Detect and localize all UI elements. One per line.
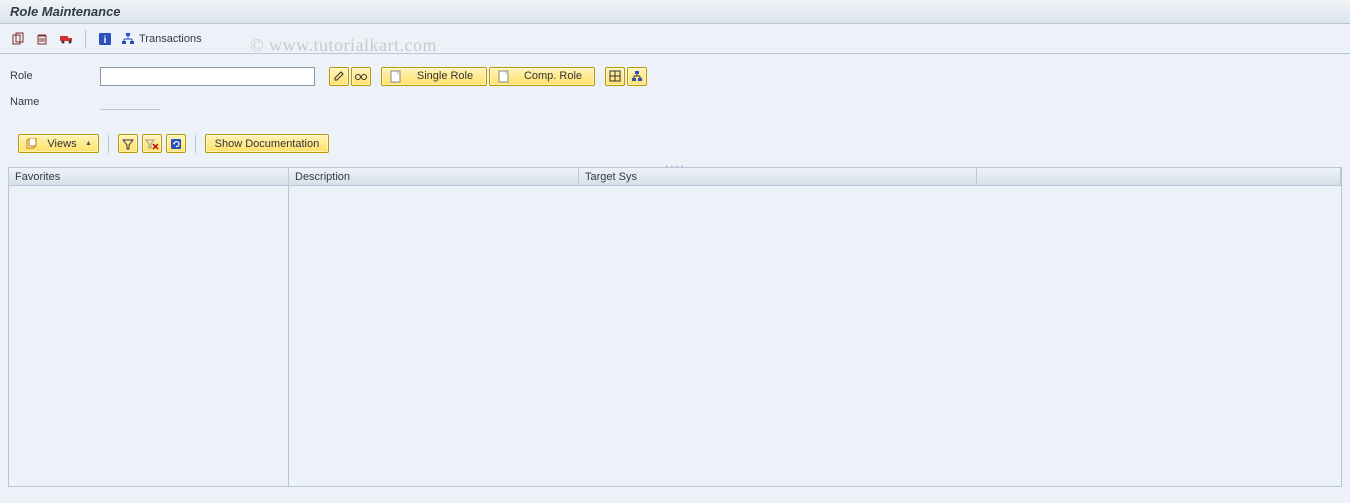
role-input[interactable] [100, 67, 315, 86]
hierarchy-icon [121, 32, 135, 46]
funnel-x-icon [145, 137, 159, 151]
application-toolbar: i Transactions [0, 24, 1350, 54]
refresh-icon [169, 137, 183, 151]
show-documentation-label: Show Documentation [212, 138, 322, 150]
column-blank [977, 168, 1341, 185]
views-button[interactable]: Views ▲ [18, 134, 99, 153]
splitter-handle[interactable]: • • • • [660, 164, 690, 168]
grid-header: Favorites Description Target Sys [9, 168, 1341, 186]
funnel-icon [121, 137, 135, 151]
toolbar-separator [195, 135, 196, 153]
single-role-button[interactable]: Single Role [381, 67, 487, 86]
svg-text:i: i [104, 35, 107, 46]
form-area: Role Single Role [0, 54, 1350, 167]
name-value [100, 94, 160, 110]
comp-role-label: Comp. Role [518, 70, 588, 82]
transactions-button[interactable]: Transactions [119, 29, 207, 49]
dropdown-icon: ▲ [85, 140, 92, 147]
delete-button[interactable] [32, 29, 52, 49]
change-button[interactable] [329, 67, 349, 86]
transport-button[interactable] [56, 29, 76, 49]
views-label: Views [47, 138, 77, 150]
trash-icon [35, 32, 49, 46]
single-role-label: Single Role [410, 70, 480, 82]
filter-button[interactable] [118, 134, 138, 153]
create-icon [496, 69, 510, 83]
display-button[interactable] [351, 67, 371, 86]
glasses-icon [354, 69, 368, 83]
copy-icon [25, 137, 39, 151]
assign-button[interactable] [627, 67, 647, 86]
grid-body [9, 186, 1341, 486]
variant-button[interactable] [605, 67, 625, 86]
toolbar-separator [85, 30, 86, 48]
copy-icon [11, 32, 25, 46]
column-description[interactable]: Description [289, 168, 579, 185]
truck-icon [59, 32, 73, 46]
role-label: Role [10, 70, 100, 82]
toolbar-separator [108, 135, 109, 153]
refresh-button[interactable] [166, 134, 186, 153]
comp-role-button[interactable]: Comp. Role [489, 67, 595, 86]
page-title: Role Maintenance [10, 4, 121, 19]
hierarchy-icon [630, 69, 644, 83]
copy-button[interactable] [8, 29, 28, 49]
grid-icon [608, 69, 622, 83]
list-toolbar: Views ▲ Show Documentation [10, 134, 1340, 157]
column-favorites[interactable]: Favorites [9, 168, 289, 185]
role-grid: • • • • Favorites Description Target Sys [8, 167, 1342, 487]
info-icon: i [98, 32, 112, 46]
name-label: Name [10, 96, 100, 108]
column-target-sys[interactable]: Target Sys [579, 168, 977, 185]
title-bar: Role Maintenance [0, 0, 1350, 24]
create-icon [388, 69, 402, 83]
delete-filter-button[interactable] [142, 134, 162, 153]
info-button[interactable]: i [95, 29, 115, 49]
transactions-label: Transactions [139, 33, 202, 45]
pencil-icon [332, 69, 346, 83]
show-documentation-button[interactable]: Show Documentation [205, 134, 329, 153]
